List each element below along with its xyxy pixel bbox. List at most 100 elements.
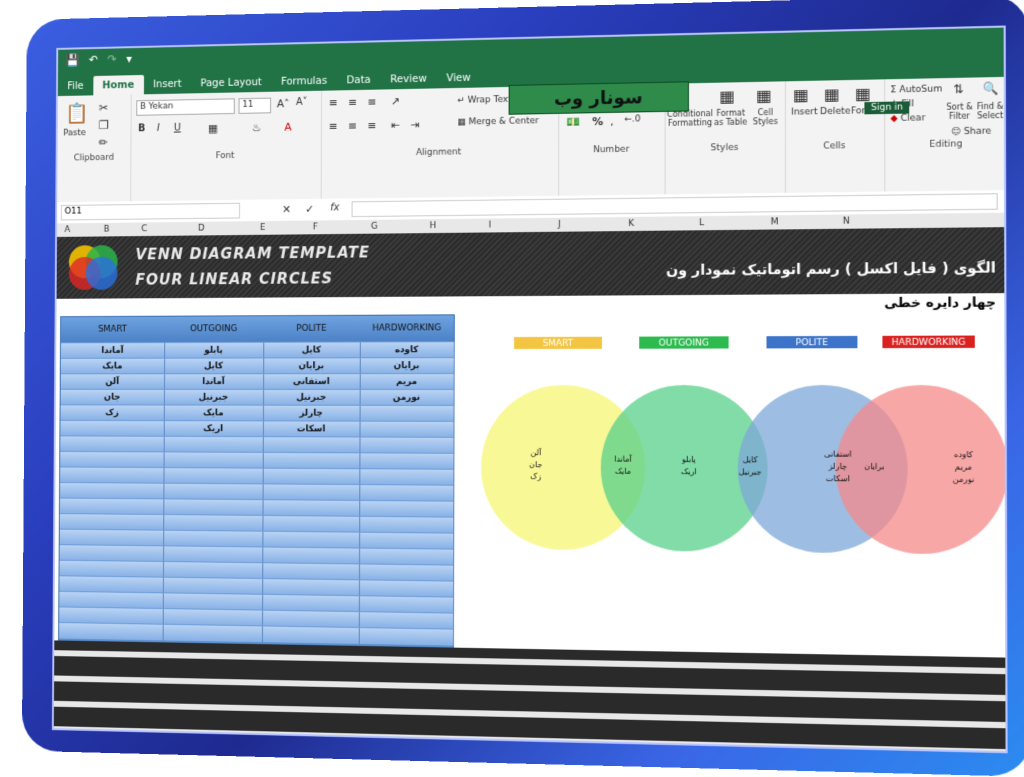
bold-icon[interactable]: B — [138, 123, 145, 134]
col-f[interactable]: F — [313, 222, 318, 232]
header-polite[interactable]: POLITE — [263, 316, 361, 342]
align-center-icon[interactable]: ≡ — [348, 120, 357, 133]
fill-color-icon[interactable]: ♨ — [252, 121, 261, 134]
underline-icon[interactable]: U — [174, 123, 181, 134]
decrease-font-icon[interactable]: A˅ — [296, 97, 307, 108]
indent-decrease-icon[interactable]: ⇤ — [391, 119, 400, 132]
table-cell[interactable]: پابلو — [164, 343, 264, 359]
table-cell[interactable] — [263, 437, 361, 453]
font-name-select[interactable]: B Yekan — [136, 98, 235, 115]
table-cell[interactable]: جبرنیل — [263, 390, 361, 406]
delete-cells-button[interactable]: Delete — [820, 106, 851, 117]
format-table-icon[interactable]: ▦ — [719, 86, 734, 105]
col-n[interactable]: N — [843, 216, 850, 226]
format-painter-icon[interactable]: ✏ — [99, 136, 109, 150]
increase-font-icon[interactable]: A˄ — [277, 97, 290, 110]
copy-icon[interactable]: ❐ — [99, 118, 109, 132]
col-b[interactable]: B — [104, 225, 110, 235]
table-cell[interactable] — [360, 422, 455, 438]
table-cell[interactable] — [164, 437, 264, 453]
table-cell[interactable]: نورمن — [360, 390, 455, 406]
align-bottom-icon[interactable]: ≡ — [367, 96, 376, 109]
merge-center-button[interactable]: ▦ Merge & Center — [457, 116, 539, 127]
col-h[interactable]: H — [430, 221, 437, 231]
cell-styles-icon[interactable]: ▦ — [756, 86, 771, 106]
table-cell[interactable]: زک — [60, 405, 164, 421]
col-c[interactable]: C — [141, 224, 147, 234]
col-j[interactable]: J — [558, 220, 561, 230]
table-cell[interactable] — [163, 625, 263, 642]
col-g[interactable]: G — [371, 222, 378, 232]
share-button[interactable]: ☺ Share — [951, 126, 991, 137]
table-cell[interactable] — [60, 421, 164, 437]
customize-icon[interactable]: ▾ — [126, 52, 132, 66]
tab-page-layout[interactable]: Page Layout — [191, 72, 272, 93]
insert-cells-button[interactable]: Insert — [791, 107, 818, 118]
table-cell[interactable]: کاوده — [360, 342, 455, 358]
cut-icon[interactable]: ✂ — [99, 101, 108, 115]
align-middle-icon[interactable]: ≡ — [348, 96, 357, 109]
orientation-icon[interactable]: ↗ — [391, 95, 400, 108]
table-cell[interactable]: استفانی — [263, 374, 361, 390]
header-smart[interactable]: SMART — [61, 317, 165, 343]
comma-icon[interactable]: , — [610, 115, 614, 128]
font-size-select[interactable]: 11 — [239, 98, 272, 114]
tab-review[interactable]: Review — [380, 69, 436, 90]
table-cell[interactable]: کایل — [164, 358, 264, 374]
format-cells-icon[interactable]: ▦ — [855, 84, 871, 104]
header-outgoing[interactable]: OUTGOING — [164, 316, 264, 342]
save-icon[interactable]: 💾 — [66, 53, 80, 67]
paste-icon[interactable]: 📋 — [65, 101, 88, 125]
delete-cells-icon[interactable]: ▦ — [824, 84, 840, 104]
table-cell[interactable]: اسکات — [263, 421, 361, 437]
table-cell[interactable] — [262, 626, 360, 644]
table-cell[interactable]: آماندا — [61, 343, 165, 359]
col-a[interactable]: A — [64, 225, 70, 235]
format-as-table-button[interactable]: Format as Table — [713, 108, 748, 127]
insert-function-button[interactable]: fx — [330, 202, 339, 213]
tab-view[interactable]: View — [436, 68, 480, 89]
tab-data[interactable]: Data — [337, 70, 381, 91]
align-top-icon[interactable]: ≡ — [329, 96, 338, 109]
paste-button[interactable]: Paste — [63, 128, 86, 138]
table-cell[interactable]: برایان — [263, 358, 361, 374]
table-cell[interactable] — [60, 436, 164, 452]
sort-filter-icon[interactable]: ⇅ — [953, 82, 964, 97]
redo-icon[interactable]: ↷ — [108, 52, 118, 66]
col-e[interactable]: E — [260, 223, 265, 233]
table-cell[interactable]: برایان — [360, 358, 455, 374]
header-hardworking[interactable]: HARDWORKING — [360, 315, 454, 341]
tab-home[interactable]: Home — [93, 75, 144, 95]
cell-styles-button[interactable]: Cell Styles — [750, 108, 781, 127]
tab-file[interactable]: File — [58, 76, 93, 96]
table-cell[interactable] — [359, 628, 454, 646]
sign-in-button[interactable]: Sign in — [865, 101, 909, 114]
table-cell[interactable]: کایل — [263, 342, 361, 358]
enter-icon[interactable]: ✓ — [305, 203, 314, 216]
col-l[interactable]: L — [699, 218, 704, 228]
autosum-button[interactable]: Σ AutoSum — [890, 84, 942, 95]
table-cell[interactable]: مایک — [164, 405, 264, 421]
table-cell[interactable] — [360, 406, 455, 422]
font-color-icon[interactable]: A — [284, 121, 291, 134]
col-i[interactable]: I — [489, 220, 492, 230]
table-cell[interactable] — [359, 437, 454, 453]
table-cell[interactable] — [59, 623, 164, 640]
name-box[interactable]: O11 — [61, 203, 240, 221]
table-cell[interactable]: آلن — [61, 374, 165, 390]
table-cell[interactable]: مایک — [61, 359, 165, 375]
table-cell[interactable] — [359, 453, 454, 469]
tab-formulas[interactable]: Formulas — [271, 71, 336, 92]
table-cell[interactable]: جبرنیل — [164, 390, 264, 406]
currency-icon[interactable]: 💵 — [566, 115, 580, 128]
insert-cells-icon[interactable]: ▦ — [793, 85, 809, 105]
borders-icon[interactable]: ▦ — [208, 122, 218, 135]
table-cell[interactable]: جان — [61, 390, 165, 406]
table-cell[interactable]: اریک — [164, 421, 264, 437]
table-cell[interactable]: آماندا — [164, 374, 264, 390]
tab-insert[interactable]: Insert — [144, 74, 191, 94]
indent-increase-icon[interactable]: ⇥ — [410, 118, 419, 131]
find-select-button[interactable]: Find & Select — [974, 102, 1006, 121]
increase-decimal-icon[interactable]: ←.0 — [624, 114, 640, 124]
table-cell[interactable]: چارلز — [263, 406, 361, 422]
